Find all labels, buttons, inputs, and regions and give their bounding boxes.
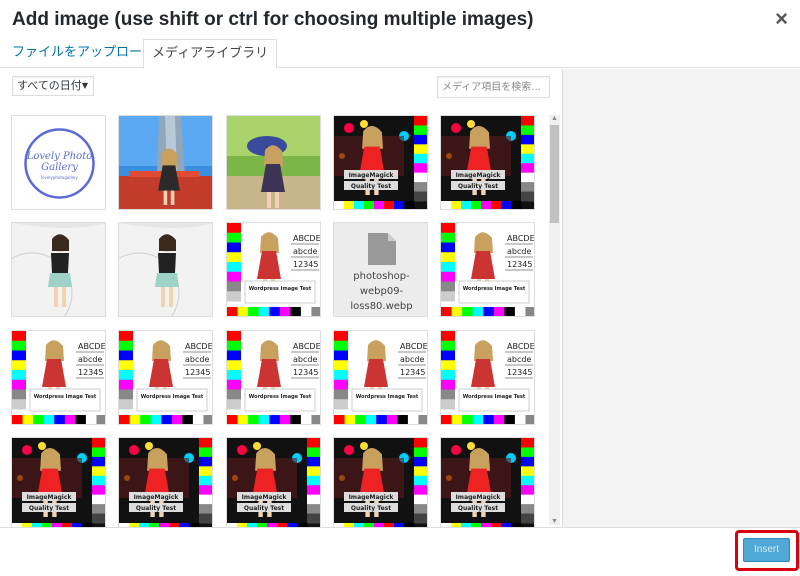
svg-text:Quality Test: Quality Test xyxy=(458,183,498,190)
media-search-input[interactable] xyxy=(437,76,550,98)
date-filter-select[interactable]: すべての日付 ▼ xyxy=(12,76,94,96)
svg-text:Wordpress Image Test: Wordpress Image Test xyxy=(249,286,312,292)
dialog-footer xyxy=(0,527,800,576)
svg-text:ABCDE: ABCDE xyxy=(507,234,535,243)
svg-text:Wordpress Image Test: Wordpress Image Test xyxy=(249,394,312,400)
svg-text:Wordpress Image Test: Wordpress Image Test xyxy=(141,394,204,400)
svg-text:ImageMagick: ImageMagick xyxy=(456,172,502,179)
svg-text:abcde: abcde xyxy=(293,247,317,256)
svg-text:ABCDE: ABCDE xyxy=(507,342,535,351)
attachment-thumbnail[interactable] xyxy=(118,222,213,317)
svg-text:ABCDE: ABCDE xyxy=(400,342,428,351)
grid-scrollbar[interactable]: ▲ ▼ xyxy=(549,115,560,525)
tab-upload-files[interactable]: ファイルをアップロード xyxy=(4,39,163,68)
svg-text:ABCDE: ABCDE xyxy=(185,342,213,351)
svg-text:lovelyphotogallery: lovelyphotogallery xyxy=(41,175,79,180)
attachment-thumbnail[interactable]: Lovely Photo Gallery lovelyphotogallery xyxy=(11,115,106,210)
attachment-thumbnail[interactable] xyxy=(118,115,213,210)
attachment-thumbnail[interactable]: ABCDE abcde 12345 Wordpress Image Test xyxy=(11,330,106,425)
attachment-thumbnail[interactable]: ABCDE abcde 12345 Wordpress Image Test xyxy=(440,222,535,317)
svg-text:Wordpress Image Test: Wordpress Image Test xyxy=(34,394,97,400)
attachment-thumbnail[interactable]: ABCDE abcde 12345 Wordpress Image Test xyxy=(226,222,321,317)
dialog-title: Add image (use shift or ctrl for choosin… xyxy=(12,9,534,30)
svg-text:Wordpress Image Test: Wordpress Image Test xyxy=(356,394,419,400)
attachment-thumbnail[interactable]: ImageMagick Quality Test xyxy=(440,437,535,532)
svg-text:abcde: abcde xyxy=(507,355,531,364)
scroll-down-arrow-icon[interactable]: ▼ xyxy=(551,518,558,525)
svg-text:12345: 12345 xyxy=(78,368,103,377)
svg-text:Quality Test: Quality Test xyxy=(136,505,176,512)
attachment-thumbnail[interactable]: photoshop- webp09- loss80.webp xyxy=(333,222,428,317)
svg-text:abcde: abcde xyxy=(185,355,209,364)
svg-text:ImageMagick: ImageMagick xyxy=(349,172,395,179)
attachment-thumbnail[interactable]: ABCDE abcde 12345 Wordpress Image Test xyxy=(333,330,428,425)
svg-text:Quality Test: Quality Test xyxy=(244,505,284,512)
svg-text:12345: 12345 xyxy=(507,368,532,377)
attachment-thumbnail[interactable]: ImageMagick Quality Test xyxy=(333,115,428,210)
svg-text:Wordpress Image Test: Wordpress Image Test xyxy=(463,394,526,400)
file-name-line: webp09- xyxy=(359,286,404,297)
svg-text:ABCDE: ABCDE xyxy=(293,234,321,243)
svg-text:ImageMagick: ImageMagick xyxy=(349,494,395,501)
svg-text:ABCDE: ABCDE xyxy=(78,342,106,351)
svg-text:ImageMagick: ImageMagick xyxy=(242,494,288,501)
attachment-details-sidebar xyxy=(562,69,800,527)
attachment-thumbnail[interactable]: ImageMagick Quality Test xyxy=(118,437,213,532)
svg-text:ImageMagick: ImageMagick xyxy=(27,494,73,501)
svg-text:Quality Test: Quality Test xyxy=(458,505,498,512)
attachment-thumbnail[interactable]: ImageMagick Quality Test xyxy=(226,437,321,532)
svg-text:abcde: abcde xyxy=(293,355,317,364)
attachment-thumbnail[interactable]: ImageMagick Quality Test xyxy=(440,115,535,210)
svg-text:ImageMagick: ImageMagick xyxy=(456,494,502,501)
svg-text:Wordpress Image Test: Wordpress Image Test xyxy=(463,286,526,292)
svg-text:12345: 12345 xyxy=(293,260,318,269)
svg-text:ImageMagick: ImageMagick xyxy=(134,494,180,501)
add-image-dialog: Add image (use shift or ctrl for choosin… xyxy=(0,0,800,576)
svg-text:abcde: abcde xyxy=(507,247,531,256)
scroll-up-arrow-icon[interactable]: ▲ xyxy=(551,115,558,122)
attachment-thumbnail[interactable]: ABCDE abcde 12345 Wordpress Image Test xyxy=(226,330,321,425)
dropdown-arrow-icon: ▼ xyxy=(81,81,88,90)
attachment-thumbnail[interactable] xyxy=(11,222,106,317)
scrollbar-thumb[interactable] xyxy=(550,125,559,223)
attachment-thumbnail[interactable]: ImageMagick Quality Test xyxy=(333,437,428,532)
svg-text:12345: 12345 xyxy=(185,368,210,377)
date-filter-value: すべての日付 xyxy=(17,79,82,92)
svg-text:12345: 12345 xyxy=(293,368,318,377)
svg-text:Quality Test: Quality Test xyxy=(351,183,391,190)
svg-text:Quality Test: Quality Test xyxy=(351,505,391,512)
tab-media-library[interactable]: メディアライブラリ xyxy=(143,39,278,69)
attachment-thumbnail[interactable]: ImageMagick Quality Test xyxy=(11,437,106,532)
tab-bar: ファイルをアップロード メディアライブラリ xyxy=(0,38,800,69)
attachment-thumbnail[interactable]: ABCDE abcde 12345 Wordpress Image Test xyxy=(440,330,535,425)
svg-text:12345: 12345 xyxy=(400,368,425,377)
svg-text:ABCDE: ABCDE xyxy=(293,342,321,351)
svg-text:abcde: abcde xyxy=(78,355,102,364)
file-name-line: loss80.webp xyxy=(350,301,413,312)
svg-text:abcde: abcde xyxy=(400,355,424,364)
svg-text:Lovely Photo: Lovely Photo xyxy=(26,151,92,162)
close-icon[interactable]: × xyxy=(775,8,788,30)
svg-text:Gallery: Gallery xyxy=(41,162,78,173)
attachment-thumbnail[interactable] xyxy=(226,115,321,210)
svg-text:Quality Test: Quality Test xyxy=(29,505,69,512)
insert-button[interactable]: Insert xyxy=(743,538,790,562)
attachment-thumbnail[interactable]: ABCDE abcde 12345 Wordpress Image Test xyxy=(118,330,213,425)
svg-text:12345: 12345 xyxy=(507,260,532,269)
file-name-line: photoshop- xyxy=(353,271,410,282)
